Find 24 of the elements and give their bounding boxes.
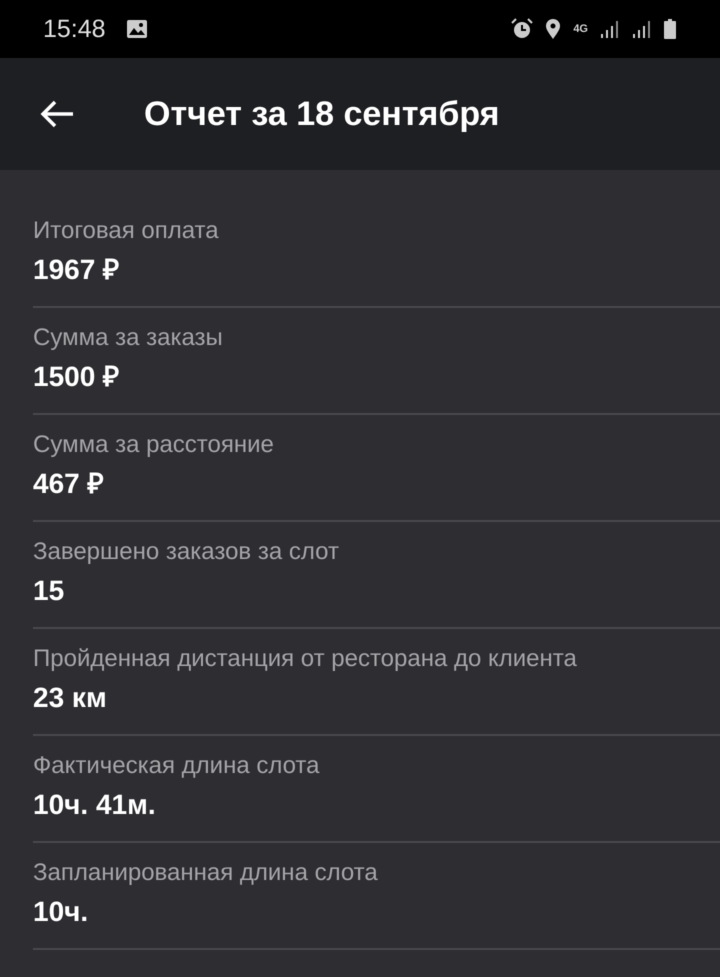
field-value: 15: [33, 574, 66, 608]
image-icon: [126, 19, 148, 39]
field-label: Пройденная дистанция от ресторана до клиента: [33, 644, 578, 674]
signal-icon: [632, 19, 652, 39]
field-label: Сумма за расстояние: [33, 430, 275, 460]
alarm-icon: [511, 18, 534, 40]
field-value: 467 ₽: [33, 467, 104, 501]
signal-icon: [600, 19, 620, 39]
status-time: 15:48: [43, 14, 106, 44]
field-value: 10ч.: [33, 895, 90, 929]
field-value: 10ч. 41м.: [33, 788, 157, 822]
field-value: 1967 ₽: [33, 253, 120, 287]
field-label: Запланированная длина слота: [33, 858, 379, 888]
field-label: Завершено заказов за слот: [33, 537, 340, 567]
field-label: Фактическая длина слота: [33, 751, 320, 781]
location-icon: [545, 18, 562, 40]
field-value: 1500 ₽: [33, 360, 120, 394]
field-label: Сумма за заказы: [33, 323, 224, 353]
battery-icon: [664, 19, 676, 39]
screen-title: Отчет за 18 сентября: [144, 94, 500, 134]
back-arrow-icon[interactable]: [40, 100, 74, 128]
network-type: 4G: [573, 23, 588, 35]
field-label: Итоговая оплата: [33, 216, 220, 246]
field-value: 23 км: [33, 681, 108, 715]
